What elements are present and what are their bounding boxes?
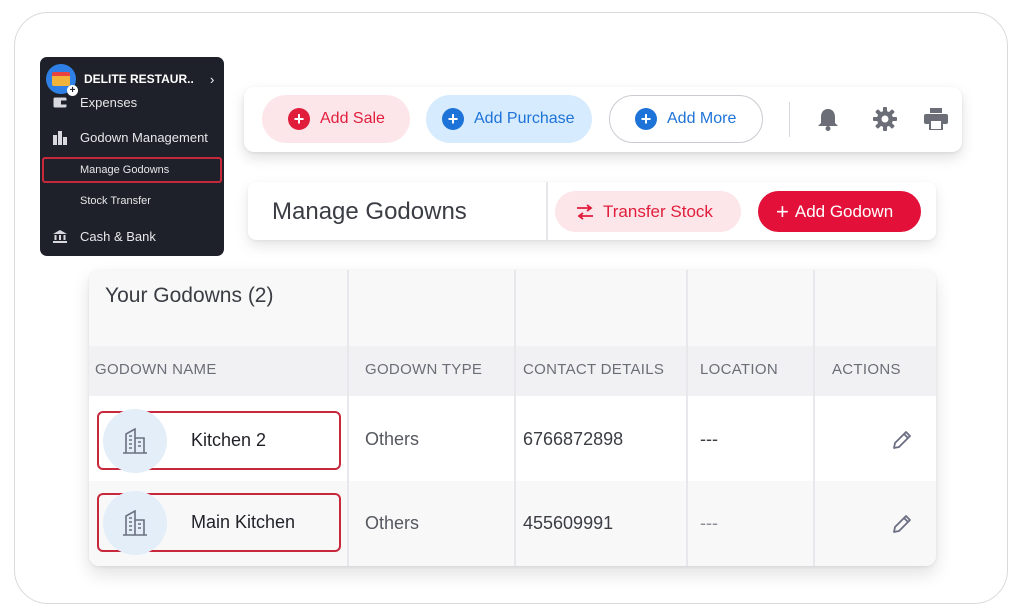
table-title: Your Godowns (2) (105, 284, 274, 307)
add-purchase-button[interactable]: + Add Purchase (426, 95, 592, 143)
card-header (89, 270, 936, 346)
location: --- (700, 429, 718, 449)
sidebar-item-label: Cash & Bank (80, 229, 156, 244)
sidebar: + DELITE RESTAUR... › Expenses Godown Ma… (40, 57, 224, 256)
column-divider (514, 270, 516, 566)
sidebar-subitem-stock-transfer[interactable]: Stock Transfer (80, 195, 151, 207)
plus-circle-icon: + (442, 108, 464, 130)
column-header-location[interactable]: LOCATION (700, 361, 778, 378)
column-header-godown-type[interactable]: GODOWN TYPE (365, 361, 482, 378)
column-header-contact-details[interactable]: CONTACT DETAILS (523, 361, 664, 378)
sidebar-item-godown-management[interactable]: Godown Management (52, 130, 208, 145)
transfer-stock-button[interactable]: Transfer Stock (555, 191, 741, 232)
godown-name: Main Kitchen (191, 512, 296, 532)
plus-icon: + (776, 198, 789, 224)
column-divider (686, 270, 688, 566)
godown-name-cell[interactable]: Main Kitchen (97, 490, 341, 555)
quick-action-bar: + Add Sale + Add Purchase + Add More (244, 87, 962, 152)
bank-icon (52, 230, 68, 244)
plus-circle-icon: + (288, 108, 310, 130)
edit-pencil-icon[interactable] (889, 427, 915, 453)
plus-circle-icon: + (635, 108, 657, 130)
column-header-godown-name[interactable]: GODOWN NAME (95, 361, 217, 378)
sidebar-item-label: Expenses (80, 95, 138, 110)
sidebar-item-cash-bank[interactable]: Cash & Bank (52, 229, 156, 244)
chevron-right-icon: › (210, 71, 215, 87)
column-header-actions[interactable]: ACTIONS (832, 361, 901, 378)
header-divider (546, 182, 548, 240)
add-godown-button[interactable]: + Add Godown (758, 191, 921, 232)
company-switcher[interactable]: + DELITE RESTAUR... › (46, 62, 218, 96)
column-divider (813, 270, 815, 566)
company-name: DELITE RESTAUR... (84, 72, 194, 86)
sidebar-subitem-manage-godowns[interactable]: Manage Godowns (80, 164, 169, 176)
godown-type: Others (365, 429, 420, 449)
transfer-stock-label: Transfer Stock (603, 201, 713, 221)
add-more-button[interactable]: + Add More (609, 95, 763, 143)
location: --- (700, 513, 718, 533)
building-icon (103, 490, 167, 555)
warehouse-icon (52, 130, 68, 145)
printer-icon[interactable] (922, 105, 950, 133)
swap-arrows-icon (575, 203, 595, 220)
building-icon (103, 408, 167, 473)
godown-name: Kitchen 2 (191, 430, 267, 450)
store-logo-icon: + (46, 64, 78, 96)
column-divider (347, 270, 349, 566)
godowns-table-card: Your Godowns (2) GODOWN NAME GODOWN TYPE… (89, 270, 936, 566)
page-title: Manage Godowns (272, 198, 467, 225)
toolbar-divider (789, 102, 790, 137)
wallet-icon (52, 96, 68, 110)
contact-details: 455609991 (523, 513, 614, 533)
godown-type: Others (365, 513, 420, 533)
add-sale-button[interactable]: + Add Sale (262, 95, 410, 143)
sidebar-item-expenses[interactable]: Expenses (52, 95, 137, 110)
godown-name-cell[interactable]: Kitchen 2 (97, 408, 341, 473)
edit-pencil-icon[interactable] (889, 511, 915, 537)
add-purchase-label: Add Purchase (474, 110, 575, 127)
contact-details: 6766872898 (523, 429, 624, 449)
bell-icon[interactable] (814, 105, 842, 133)
sidebar-item-label: Godown Management (80, 130, 208, 145)
add-godown-label: Add Godown (794, 201, 894, 221)
page-header: Manage Godowns Transfer Stock + Add Godo… (248, 182, 936, 240)
gear-icon[interactable] (871, 105, 899, 133)
add-more-label: Add More (667, 110, 737, 127)
add-sale-label: Add Sale (320, 110, 385, 127)
